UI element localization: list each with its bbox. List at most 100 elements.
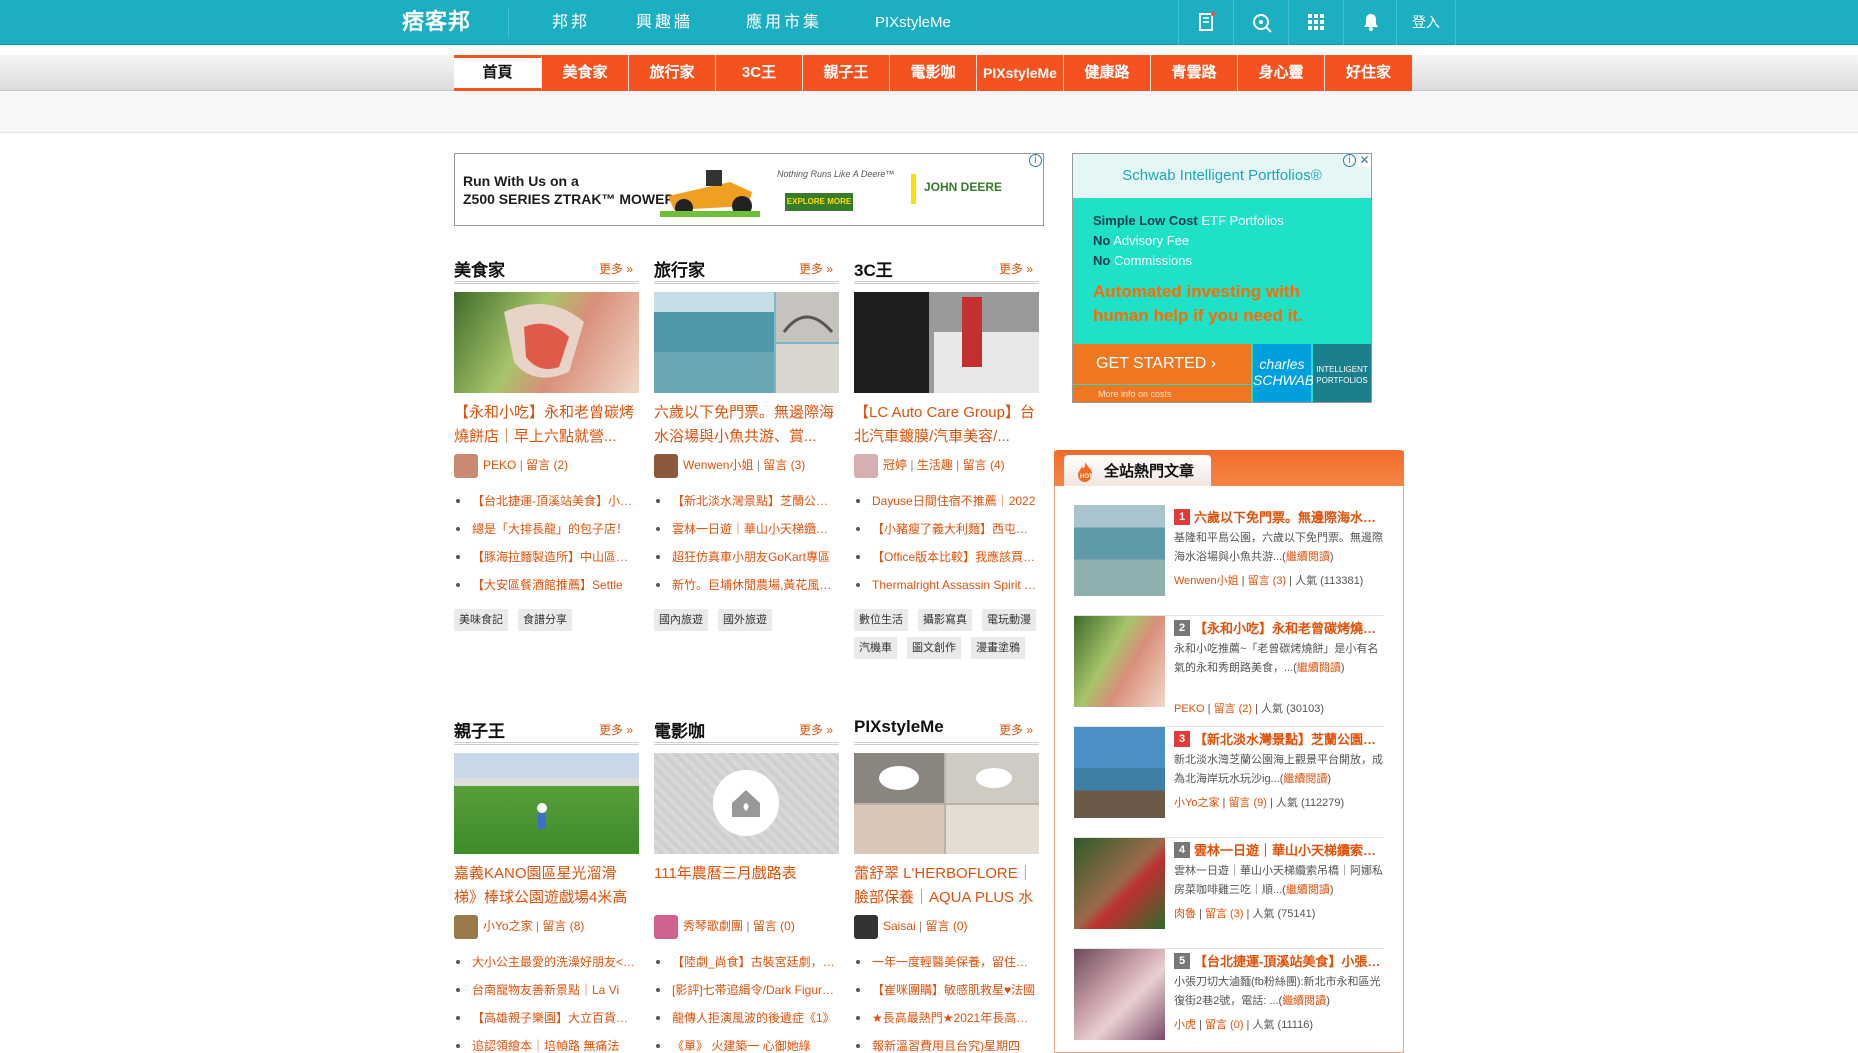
costs-info-link[interactable]: More info on costs	[1073, 385, 1251, 402]
avatar[interactable]	[654, 914, 678, 939]
cat-food[interactable]: 美食家	[542, 55, 629, 91]
avatar[interactable]	[454, 914, 478, 939]
more-link[interactable]: 更多 »	[999, 721, 1033, 738]
comments-link[interactable]: 留言 (2)	[526, 458, 568, 472]
tag[interactable]: 攝影寫真	[918, 609, 972, 631]
login-button[interactable]: 登入	[1396, 0, 1456, 45]
hot-article-title[interactable]: 六歲以下免門票。無邊際海水浴場	[1194, 507, 1384, 526]
schwab-ad[interactable]: Schwab Intelligent Portfolios® Simple Lo…	[1072, 153, 1372, 403]
hot-article-title[interactable]: 【新北淡水灣景點】芝蘭公園海上	[1194, 729, 1384, 748]
list-item[interactable]: 一年一度輕醫美保養，留住好膚況	[854, 948, 1039, 976]
avatar[interactable]	[854, 453, 878, 478]
tag[interactable]: 美味食記	[454, 609, 508, 631]
author-link[interactable]: 冠婷	[883, 458, 907, 472]
comments-link[interactable]: 留言 (0)	[753, 919, 795, 933]
tag[interactable]: 漫畫塗鴉	[971, 637, 1025, 659]
cat-career[interactable]: 青雲路	[1151, 55, 1238, 91]
author-link[interactable]: Wenwen小姐	[1174, 575, 1239, 587]
tag[interactable]: 電玩動漫	[982, 609, 1036, 631]
cat-travel[interactable]: 旅行家	[629, 55, 716, 91]
list-item[interactable]: Dayuse日間住宿不推薦｜2022	[854, 487, 1039, 515]
ad-info-icon[interactable]: i	[1343, 154, 1356, 167]
author-link[interactable]: Wenwen小姐	[683, 458, 753, 472]
comments-link[interactable]: 留言 (3)	[763, 458, 805, 472]
list-item[interactable]: Thermalright Assassin Spirit 120	[854, 571, 1039, 599]
list-item[interactable]: 《單》 火建築一 心御她綠	[654, 1032, 839, 1053]
cat-home-living[interactable]: 好住家	[1325, 55, 1412, 91]
article-thumbnail[interactable]	[654, 292, 839, 393]
avatar[interactable]	[454, 453, 478, 478]
read-more-link[interactable]: 繼續閱讀	[1283, 773, 1327, 785]
article-title[interactable]: 嘉義KANO園區星光溜滑梯》棒球公園遊戲場4米高	[454, 862, 639, 910]
bookmark-button[interactable]	[1178, 0, 1232, 45]
list-item[interactable]: 【豚海拉麵製造所】中山區拉麵	[454, 543, 639, 571]
tag[interactable]: 圖文創作	[907, 637, 961, 659]
article-thumbnail[interactable]	[854, 292, 1039, 393]
nav-pixstyleme[interactable]: PIXstyleMe	[875, 0, 951, 45]
nav-bangbang[interactable]: 邦邦	[552, 0, 590, 45]
comments-link[interactable]: 留言 (3)	[1248, 575, 1287, 587]
author-link[interactable]: 秀琴歌劇團	[683, 919, 743, 933]
comments-link[interactable]: 留言 (0)	[1205, 1019, 1244, 1031]
list-item[interactable]: 總是「大排長龍」的包子店！	[454, 515, 639, 543]
hot-article-title[interactable]: 【台北捷運-頂溪站美食】小張刀切	[1194, 951, 1384, 970]
comments-link[interactable]: 留言 (0)	[925, 919, 967, 933]
author-link[interactable]: Saisai	[883, 919, 916, 933]
nav-interest-wall[interactable]: 興趣牆	[636, 0, 693, 45]
list-item[interactable]: 超狂仿真車小朋友GoKart專區	[654, 543, 839, 571]
list-item[interactable]: 台南寵物友善新景點｜La Vi	[454, 976, 639, 1004]
author-link[interactable]: 小Yo之家	[1174, 797, 1219, 809]
cat-movie[interactable]: 電影咖	[890, 55, 977, 91]
hot-article-thumbnail[interactable]	[1074, 727, 1165, 818]
comments-link[interactable]: 留言 (8)	[542, 919, 584, 933]
cat-parenting[interactable]: 親子王	[803, 55, 890, 91]
tag[interactable]: 數位生活	[854, 609, 908, 631]
hot-article-thumbnail[interactable]	[1074, 505, 1165, 596]
cat-3c[interactable]: 3C王	[716, 55, 803, 91]
category-link[interactable]: 生活趣	[917, 458, 953, 472]
list-item[interactable]: 報新溫習費用且台究)星期四	[854, 1032, 1039, 1053]
read-more-link[interactable]: 繼續閱讀	[1297, 662, 1341, 674]
comments-link[interactable]: 留言 (2)	[1214, 703, 1253, 715]
list-item[interactable]: 【大安區餐酒館推薦】Settle	[454, 571, 639, 599]
list-item[interactable]: 【崔咪團購】敏感肌救星♥法國	[854, 976, 1039, 1004]
list-item[interactable]: 【陸劇_尚食】古裝宮廷劇，第一集	[654, 948, 839, 976]
read-more-link[interactable]: 繼續閱讀	[1286, 551, 1330, 563]
hot-article-thumbnail[interactable]	[1074, 838, 1165, 929]
read-more-link[interactable]: 繼續閱讀	[1282, 995, 1326, 1007]
list-item[interactable]: 【新北淡水灣景點】芝蘭公園海上觀景平台	[654, 487, 839, 515]
list-item[interactable]: 新竹。巨埔休閒農場,黃花風鈴木	[654, 571, 839, 599]
list-item[interactable]: 【高雄親子樂園】大立百貨空中樂園	[454, 1004, 639, 1032]
get-started-button[interactable]: GET STARTED ›	[1073, 344, 1251, 384]
cat-health[interactable]: 健康路	[1064, 55, 1151, 91]
article-thumbnail[interactable]	[454, 753, 639, 854]
nav-app-market[interactable]: 應用市集	[746, 0, 822, 45]
more-link[interactable]: 更多 »	[799, 721, 833, 738]
tag[interactable]: 食譜分享	[518, 609, 572, 631]
list-item[interactable]: ★長高最熱門★2021年長高推薦	[854, 1004, 1039, 1032]
article-thumbnail[interactable]	[654, 753, 839, 854]
list-item[interactable]: 雲林一日遊｜華山小天梯纜索吊橋	[654, 515, 839, 543]
article-thumbnail[interactable]	[854, 753, 1039, 854]
list-item[interactable]: 【台北捷運-頂溪站美食】小張刀切大滷麵	[454, 487, 639, 515]
banner-ad[interactable]: Run With Us on a Z500 SERIES ZTRAK™ MOWER…	[454, 153, 1044, 226]
list-item[interactable]: [影評]七帯追緝令/Dark Figure of Crime	[654, 976, 839, 1004]
hot-article-title[interactable]: 【永和小吃】永和老曾碳烤燒餅店	[1194, 618, 1384, 637]
comments-link[interactable]: 留言 (9)	[1228, 797, 1267, 809]
tag[interactable]: 汽機車	[854, 637, 897, 659]
author-link[interactable]: 肉魯	[1174, 908, 1196, 920]
author-link[interactable]: PEKO	[1174, 703, 1205, 715]
more-link[interactable]: 更多 »	[599, 721, 633, 738]
hot-article-title[interactable]: 雲林一日遊｜華山小天梯纜索吊橋	[1194, 840, 1384, 859]
read-more-link[interactable]: 繼續閱讀	[1286, 884, 1330, 896]
hot-article-item[interactable]: 3 【新北淡水灣景點】芝蘭公園海上 新北淡水灣芝蘭公園海上觀景平台開放，成為北海岸玩…	[1074, 727, 1384, 838]
comments-link[interactable]: 留言 (3)	[1205, 908, 1244, 920]
hot-article-item[interactable]: 5 【台北捷運-頂溪站美食】小張刀切 小張刀切大滷麵(fb粉絲團):新北市永和區光復…	[1074, 949, 1384, 1053]
notification-button[interactable]	[1343, 0, 1397, 45]
hot-article-thumbnail[interactable]	[1074, 949, 1165, 1040]
hot-article-item[interactable]: 2 【永和小吃】永和老曾碳烤燒餅店 永和小吃推薦~「老曾碳烤燒餅」是小有名氣的永和秀…	[1074, 616, 1384, 727]
site-logo[interactable]: 痞客邦	[402, 7, 480, 37]
apps-button[interactable]	[1288, 0, 1342, 45]
hot-article-item[interactable]: 1 六歲以下免門票。無邊際海水浴場 基隆和平島公園，六歲以下免門票。無邊際海水浴場與…	[1074, 505, 1384, 616]
article-title[interactable]: 【永和小吃】永和老曾碳烤燒餅店｜早上六點就營...	[454, 401, 639, 449]
